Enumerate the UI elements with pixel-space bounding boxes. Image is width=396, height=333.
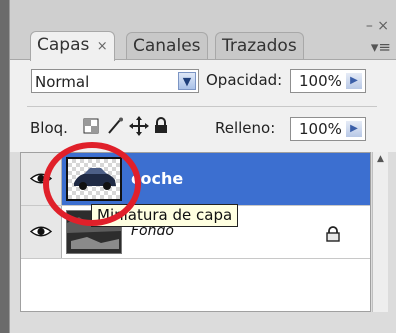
brush-icon[interactable] [106, 117, 124, 135]
layers-scrollbar[interactable]: ▲ [372, 152, 388, 312]
blend-mode-select[interactable]: Normal ▼ [31, 69, 199, 93]
close-icon[interactable]: × [97, 39, 108, 54]
fill-value: 100% [299, 120, 342, 138]
opacity-value: 100% [299, 72, 342, 90]
eye-icon[interactable] [30, 225, 52, 238]
opacity-field[interactable]: 100% ▶ [290, 69, 366, 93]
panel-window-controls[interactable]: – × [366, 18, 389, 34]
visibility-toggle[interactable] [21, 206, 62, 258]
left-gutter [0, 0, 9, 333]
lock-label: Bloq. [30, 119, 68, 137]
arrow-right-icon[interactable]: ▶ [346, 73, 362, 89]
opacity-label: Opacidad: [206, 71, 283, 89]
transparency-lock-icon[interactable] [83, 118, 99, 134]
options-separator [27, 106, 377, 107]
fill-label: Relleno: [215, 119, 276, 137]
tab-canales[interactable]: Canales [126, 32, 208, 59]
tab-capas-label: Capas [37, 35, 90, 55]
chevron-down-icon[interactable]: ▼ [178, 72, 196, 90]
blend-mode-value: Normal [35, 73, 90, 91]
tab-trazados[interactable]: Trazados [215, 32, 304, 59]
panel-menu-icon[interactable]: ▾≡ [371, 38, 391, 56]
highlight-circle [43, 142, 141, 226]
fill-field[interactable]: 100% ▶ [290, 117, 366, 141]
tab-capas[interactable]: Capas × [30, 31, 115, 61]
lock-icon[interactable] [154, 117, 168, 134]
scroll-up-icon[interactable]: ▲ [375, 154, 386, 166]
lock-icon [326, 226, 340, 242]
tab-canales-label: Canales [133, 36, 201, 56]
tab-trazados-label: Trazados [222, 36, 297, 56]
arrow-right-icon[interactable]: ▶ [346, 121, 362, 137]
move-icon[interactable] [129, 116, 149, 136]
